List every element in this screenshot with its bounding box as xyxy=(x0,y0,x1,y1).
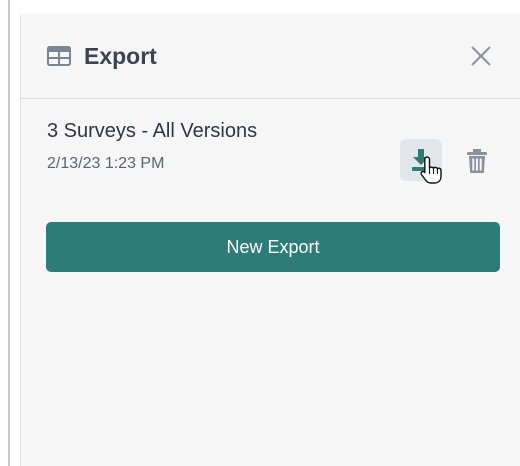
export-item-date: 2/13/23 1:23 PM xyxy=(47,155,165,172)
close-icon[interactable] xyxy=(467,42,495,70)
trash-icon[interactable] xyxy=(465,147,489,175)
download-icon xyxy=(412,149,430,171)
export-item-title: 3 Surveys - All Versions xyxy=(47,120,258,142)
new-export-button[interactable]: New Export xyxy=(46,222,500,272)
table-icon xyxy=(47,46,71,66)
screen: Export 3 Surveys - All Versions 2/13/23 … xyxy=(0,0,520,466)
window-edge-divider xyxy=(8,0,10,466)
export-panel: Export 3 Surveys - All Versions 2/13/23 … xyxy=(20,14,520,466)
panel-title: Export xyxy=(84,43,157,69)
export-list-item: 3 Surveys - All Versions 2/13/23 1:23 PM xyxy=(21,99,520,199)
panel-header: Export xyxy=(21,14,520,99)
download-button[interactable] xyxy=(400,139,442,181)
